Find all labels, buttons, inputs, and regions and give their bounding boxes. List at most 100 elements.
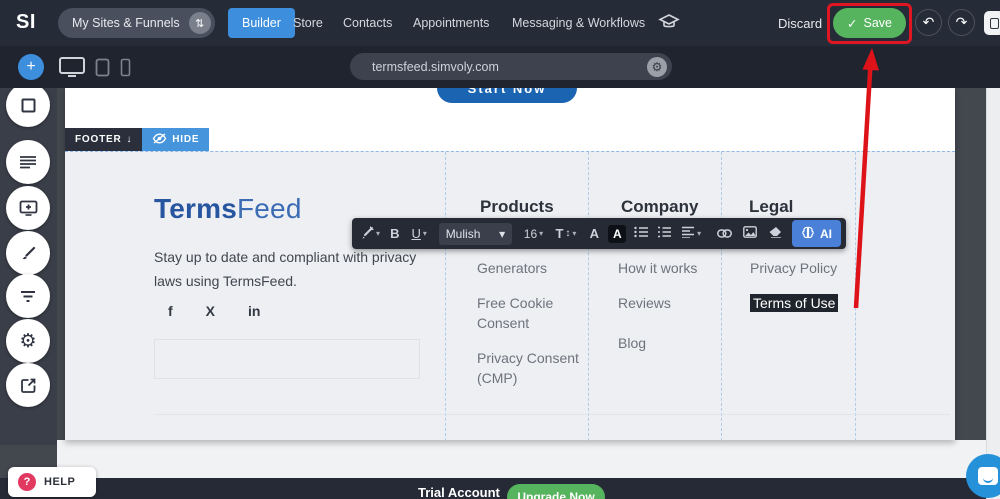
align-button[interactable]: ▾ bbox=[676, 218, 707, 249]
link-button[interactable] bbox=[710, 218, 737, 249]
chat-smile-icon bbox=[978, 467, 998, 485]
social-links: f X in bbox=[168, 303, 260, 319]
help-button[interactable]: ? HELP bbox=[8, 467, 96, 497]
paintbrush-icon bbox=[20, 245, 37, 262]
selected-text: Terms of Use bbox=[750, 294, 839, 312]
text-case-button[interactable]: T ↕ ▾ bbox=[549, 218, 583, 249]
filter-tool-button[interactable] bbox=[6, 274, 50, 318]
app-logo: SI bbox=[16, 11, 36, 33]
redo-button[interactable]: ↷ bbox=[948, 9, 975, 36]
status-bar: Trial Account Upgrade Now bbox=[0, 478, 1000, 499]
help-label: HELP bbox=[44, 476, 76, 488]
mobile-view-icon[interactable] bbox=[120, 58, 131, 82]
termsfeed-logo[interactable]: TermsFeed bbox=[154, 193, 302, 225]
numbered-list-button[interactable] bbox=[652, 218, 675, 249]
brain-icon bbox=[801, 226, 815, 242]
image-button[interactable] bbox=[738, 218, 763, 249]
footer-section[interactable]: TermsFeed Stay up to date and compliant … bbox=[65, 151, 955, 441]
underline-button[interactable]: U ▾ bbox=[406, 218, 433, 249]
panel-toggle-icon[interactable] bbox=[984, 11, 1000, 35]
learn-graduation-cap-icon[interactable] bbox=[658, 13, 680, 36]
caret-down-icon: ▾ bbox=[539, 229, 544, 238]
my-sites-funnels-button[interactable]: My Sites & Funnels ⇅ bbox=[58, 8, 215, 38]
discard-button[interactable]: Discard bbox=[778, 0, 822, 46]
check-icon: ✓ bbox=[847, 16, 858, 31]
numbered-list-icon bbox=[657, 226, 672, 241]
down-arrow-icon: ↓ bbox=[126, 134, 133, 145]
save-label: Save bbox=[863, 16, 892, 30]
footer-link-blog[interactable]: Blog bbox=[618, 333, 730, 353]
external-link-icon bbox=[20, 377, 37, 394]
caret-down-icon: ▾ bbox=[572, 229, 577, 238]
url-settings-gear-icon[interactable]: ⚙ bbox=[647, 56, 667, 77]
text-color-button[interactable]: A bbox=[583, 218, 606, 249]
column-title-products[interactable]: Products bbox=[480, 197, 554, 217]
caret-down-icon: ▾ bbox=[376, 229, 381, 238]
link-icon bbox=[716, 226, 732, 241]
monitor-plus-icon bbox=[19, 200, 38, 216]
linkedin-icon[interactable]: in bbox=[248, 303, 260, 319]
footer-link-reviews[interactable]: Reviews bbox=[618, 293, 730, 313]
redo-icon: ↷ bbox=[955, 14, 968, 30]
publish-tool-button[interactable] bbox=[6, 363, 50, 407]
highlight-color-button[interactable]: A bbox=[606, 218, 629, 249]
eraser-icon bbox=[768, 226, 782, 241]
vertical-scrollbar[interactable]: ▲ bbox=[986, 72, 1000, 499]
add-page-button[interactable]: + bbox=[18, 54, 44, 80]
footer-link-privacy-policy[interactable]: Privacy Policy bbox=[750, 258, 862, 278]
column-guide bbox=[445, 152, 446, 441]
save-button[interactable]: ✓ Save bbox=[833, 8, 906, 38]
image-icon bbox=[743, 226, 758, 241]
tab-messaging-workflows[interactable]: Messaging & Workflows bbox=[512, 0, 645, 46]
text-styles-button[interactable]: ▾ bbox=[357, 218, 384, 249]
footer-section-label[interactable]: FOOTER ↓ bbox=[65, 128, 143, 151]
footer-link-privacy-consent-cmp[interactable]: Privacy Consent (CMP) bbox=[477, 348, 589, 389]
url-bar[interactable]: termsfeed.simvoly.com ⚙ bbox=[350, 53, 672, 80]
eye-off-icon bbox=[152, 132, 167, 147]
popups-tool-button[interactable] bbox=[6, 186, 50, 230]
clear-format-button[interactable] bbox=[763, 218, 788, 249]
bullet-list-button[interactable] bbox=[629, 218, 652, 249]
footer-link-terms-of-use[interactable]: Terms of Use bbox=[750, 293, 862, 313]
design-tool-button[interactable] bbox=[6, 231, 50, 275]
desktop-view-icon[interactable] bbox=[58, 56, 86, 83]
hide-section-button[interactable]: HIDE bbox=[142, 128, 210, 151]
footer-divider bbox=[155, 414, 950, 415]
column-title-company[interactable]: Company bbox=[621, 197, 698, 217]
top-bar: SI My Sites & Funnels ⇅ Builder Store Co… bbox=[0, 0, 1000, 46]
question-mark-icon: ? bbox=[18, 473, 36, 491]
caret-down-icon: ▾ bbox=[697, 229, 702, 238]
footer-link-free-cookie-consent[interactable]: Free Cookie Consent bbox=[477, 293, 589, 334]
undo-button[interactable]: ↶ bbox=[915, 9, 942, 36]
bold-button[interactable]: B bbox=[384, 218, 406, 249]
font-size-select[interactable]: 16 ▾ bbox=[518, 218, 549, 249]
tab-contacts[interactable]: Contacts bbox=[343, 0, 392, 46]
upgrade-now-button[interactable]: Upgrade Now bbox=[507, 484, 605, 499]
my-sites-funnels-label: My Sites & Funnels bbox=[72, 16, 180, 30]
twitter-x-icon[interactable]: X bbox=[206, 303, 215, 319]
ai-assistant-button[interactable]: AI bbox=[791, 220, 841, 247]
column-title-legal[interactable]: Legal bbox=[749, 197, 793, 217]
undo-icon: ↶ bbox=[922, 14, 935, 30]
trial-account-label: Trial Account bbox=[418, 485, 500, 499]
tab-builder[interactable]: Builder bbox=[228, 8, 295, 38]
footer-link-generators[interactable]: Generators bbox=[477, 258, 589, 278]
font-family-select[interactable]: Mulish ▾ bbox=[438, 222, 513, 245]
footer-link-how-it-works[interactable]: How it works bbox=[618, 258, 730, 278]
footer-empty-element[interactable] bbox=[154, 339, 420, 379]
bullet-list-icon bbox=[634, 226, 648, 241]
site-url: termsfeed.simvoly.com bbox=[372, 59, 499, 74]
elements-tool-button[interactable] bbox=[6, 83, 50, 127]
footer-tagline[interactable]: Stay up to date and compliant with priva… bbox=[154, 246, 422, 293]
swap-icon: ⇅ bbox=[188, 12, 211, 34]
sections-tool-button[interactable] bbox=[6, 140, 50, 184]
tablet-view-icon[interactable] bbox=[95, 58, 110, 82]
device-bar: + termsfeed.simvoly.com ⚙ bbox=[0, 46, 1000, 88]
tab-store[interactable]: Store bbox=[293, 0, 323, 46]
tab-appointments[interactable]: Appointments bbox=[413, 0, 489, 46]
settings-tool-button[interactable]: ⚙ bbox=[6, 319, 50, 363]
caret-down-icon: ▾ bbox=[499, 226, 506, 241]
facebook-icon[interactable]: f bbox=[168, 303, 173, 319]
rows-icon bbox=[19, 155, 37, 169]
footer-section-controls: FOOTER ↓ HIDE bbox=[65, 128, 210, 151]
